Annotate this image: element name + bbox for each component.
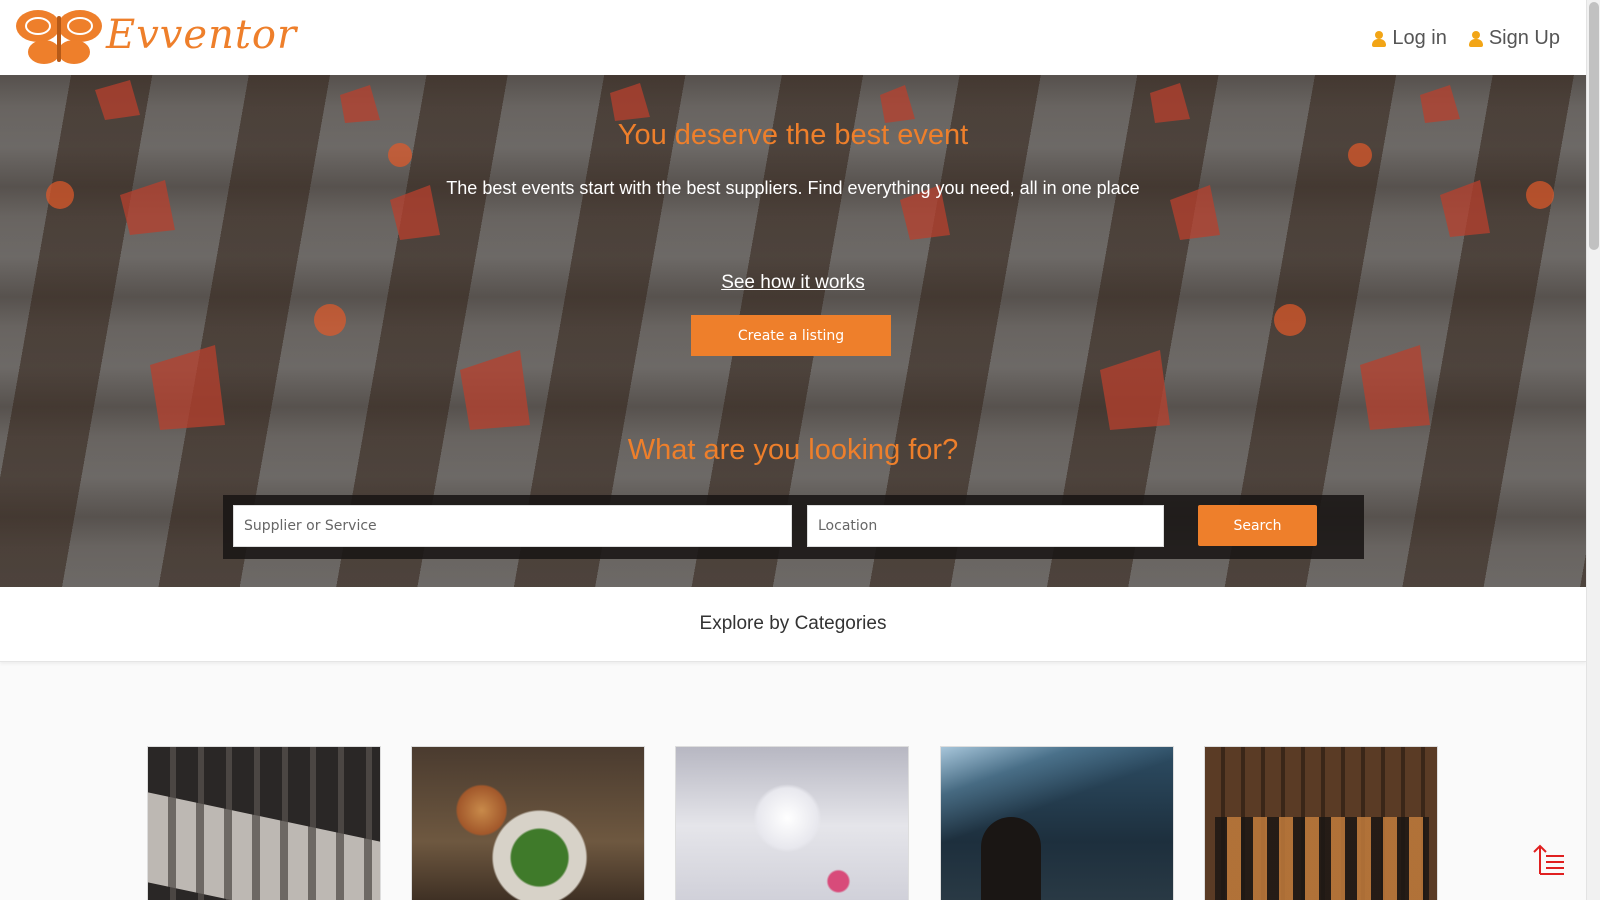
category-card-catering[interactable]	[411, 746, 645, 900]
butterfly-logo-icon	[16, 10, 102, 64]
see-how-it-works-link[interactable]: See how it works	[0, 272, 1586, 294]
categories-title: Explore by Categories	[699, 613, 887, 634]
signup-label: Sign Up	[1488, 27, 1560, 49]
category-card-audio[interactable]	[147, 746, 381, 900]
category-card-entertainment[interactable]	[940, 746, 1174, 900]
login-link[interactable]: Log in	[1372, 27, 1447, 50]
hero-section: You deserve the best event The best even…	[0, 75, 1586, 587]
hero-title: You deserve the best event	[617, 119, 969, 151]
logo[interactable]: Evventor	[14, 6, 298, 70]
scroll-to-top-icon[interactable]	[1532, 842, 1566, 876]
search-button[interactable]: Search	[1198, 505, 1317, 546]
login-label: Log in	[1392, 27, 1447, 49]
location-input[interactable]	[807, 505, 1164, 547]
hero-subtitle: The best events start with the best supp…	[446, 178, 1140, 198]
header: Evventor Log in Sign Up	[0, 0, 1586, 75]
categories-header: Explore by Categories	[0, 587, 1586, 662]
category-card-venues[interactable]	[1204, 746, 1438, 900]
scrollbar-thumb[interactable]	[1589, 2, 1599, 250]
supplier-service-input[interactable]	[233, 505, 792, 547]
page: Evventor Log in Sign Up You deserve the …	[0, 0, 1586, 900]
top-nav: Log in Sign Up	[1372, 27, 1560, 50]
search-bar: Search	[223, 495, 1364, 559]
category-card-decoration[interactable]	[675, 746, 909, 900]
user-icon	[1372, 30, 1387, 47]
search-heading: What are you looking for?	[627, 434, 959, 466]
create-listing-button[interactable]: Create a listing	[691, 315, 891, 356]
signup-link[interactable]: Sign Up	[1468, 27, 1560, 50]
page-scrollbar[interactable]	[1586, 0, 1600, 900]
user-icon	[1468, 30, 1483, 47]
brand-name: Evventor	[106, 12, 298, 58]
